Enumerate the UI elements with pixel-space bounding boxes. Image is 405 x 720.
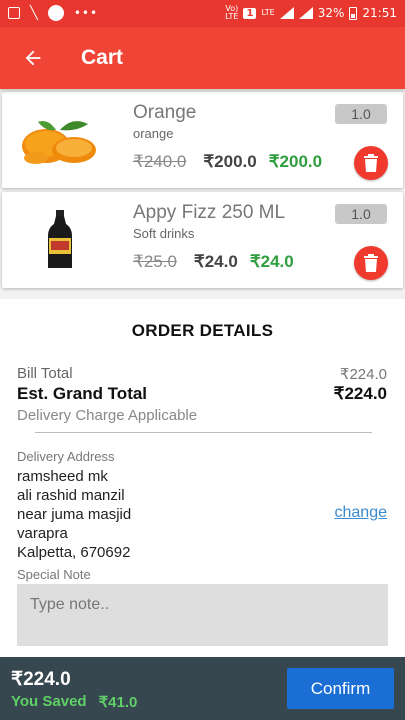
bill-total-value: ₹224.0 [339, 366, 387, 383]
sim-badge: 1 [243, 7, 257, 19]
status-bar: ╲ ••• Vo) LTE 1 LTE 32% 21:51 [0, 0, 405, 27]
cart-list: Orange orange 1.0 ₹240.0 ₹200.0 ₹200.0 A… [0, 89, 405, 299]
quantity-badge: 1.0 [335, 204, 387, 224]
price-row: ₹25.0 ₹24.0 ₹24.0 [133, 252, 294, 272]
more-notifications-icon: ••• [73, 6, 99, 20]
grand-total-label: Est. Grand Total [17, 384, 148, 403]
address-line: Kalpetta, 670692 [17, 544, 131, 561]
battery-icon [349, 6, 358, 20]
saved-value: ₹41.0 [98, 694, 138, 711]
delivery-address-label: Delivery Address [17, 449, 115, 464]
volte-indicator: Vo) LTE [225, 4, 239, 21]
signal-icon-2 [298, 7, 313, 19]
cart-item[interactable]: Orange orange 1.0 ₹240.0 ₹200.0 ₹200.0 [2, 92, 403, 188]
confirm-button[interactable]: Confirm [287, 668, 394, 709]
price-row: ₹240.0 ₹200.0 ₹200.0 [133, 152, 322, 172]
delivery-address: ramsheed mk ali rashid manzil near juma … [17, 467, 131, 562]
change-address-link[interactable]: change [335, 504, 388, 522]
page-title: Cart [81, 46, 124, 69]
status-bar-system: Vo) LTE 1 LTE 32% 21:51 [225, 5, 397, 21]
mrp-price: ₹240.0 [133, 152, 187, 171]
status-bar-notifications: ╲ ••• [8, 5, 98, 21]
back-button[interactable] [0, 27, 66, 89]
orange-fruit-image [16, 110, 104, 170]
address-line: varapra [17, 525, 68, 542]
bottle-image [16, 210, 104, 270]
savings-summary: You Saved ₹41.0 [11, 693, 137, 711]
product-category: Soft drinks [133, 226, 195, 241]
special-note-input[interactable] [17, 584, 388, 646]
sale-price: ₹24.0 [193, 252, 238, 271]
grand-total-value: ₹224.0 [333, 384, 387, 403]
order-details: ORDER DETAILS Bill Total ₹224.0 Est. Gra… [0, 299, 405, 657]
trash-icon [364, 254, 378, 272]
signal-icon [279, 7, 294, 19]
item-total: ₹24.0 [249, 252, 294, 271]
clock: 21:51 [362, 6, 397, 20]
product-name: Appy Fizz 250 ML [133, 202, 286, 223]
saved-label: You Saved [11, 693, 87, 710]
address-line: ali rashid manzil [17, 487, 125, 504]
product-category: orange [133, 126, 174, 141]
special-note-label: Special Note [17, 567, 91, 582]
delivery-charge-note: Delivery Charge Applicable [17, 407, 198, 424]
app-notification-icon [47, 5, 64, 21]
order-details-title: ORDER DETAILS [131, 321, 274, 340]
arrow-left-icon [25, 50, 41, 66]
sale-price: ₹200.0 [203, 152, 257, 171]
address-line: near juma masjid [17, 506, 132, 523]
battery-percent: 32% [317, 6, 345, 20]
missed-call-icon: ╲ [30, 5, 38, 21]
bill-total-label: Bill Total [17, 365, 73, 382]
address-line: ramsheed mk [17, 468, 108, 485]
delete-item-button[interactable] [354, 246, 388, 280]
divider [35, 432, 372, 433]
trash-icon [364, 154, 378, 172]
lte-indicator: LTE [261, 8, 275, 17]
app-bar: Cart [0, 27, 405, 89]
checkout-total: ₹224.0 [11, 669, 71, 690]
image-notification-icon [8, 7, 20, 19]
mrp-price: ₹25.0 [133, 252, 177, 271]
quantity-badge: 1.0 [335, 104, 387, 124]
cart-item[interactable]: Appy Fizz 250 ML Soft drinks 1.0 ₹25.0 ₹… [2, 192, 403, 288]
checkout-bar: ₹224.0 You Saved ₹41.0 Confirm [0, 657, 405, 720]
product-name: Orange [133, 102, 197, 123]
delete-item-button[interactable] [354, 146, 388, 180]
item-total: ₹200.0 [268, 152, 323, 171]
